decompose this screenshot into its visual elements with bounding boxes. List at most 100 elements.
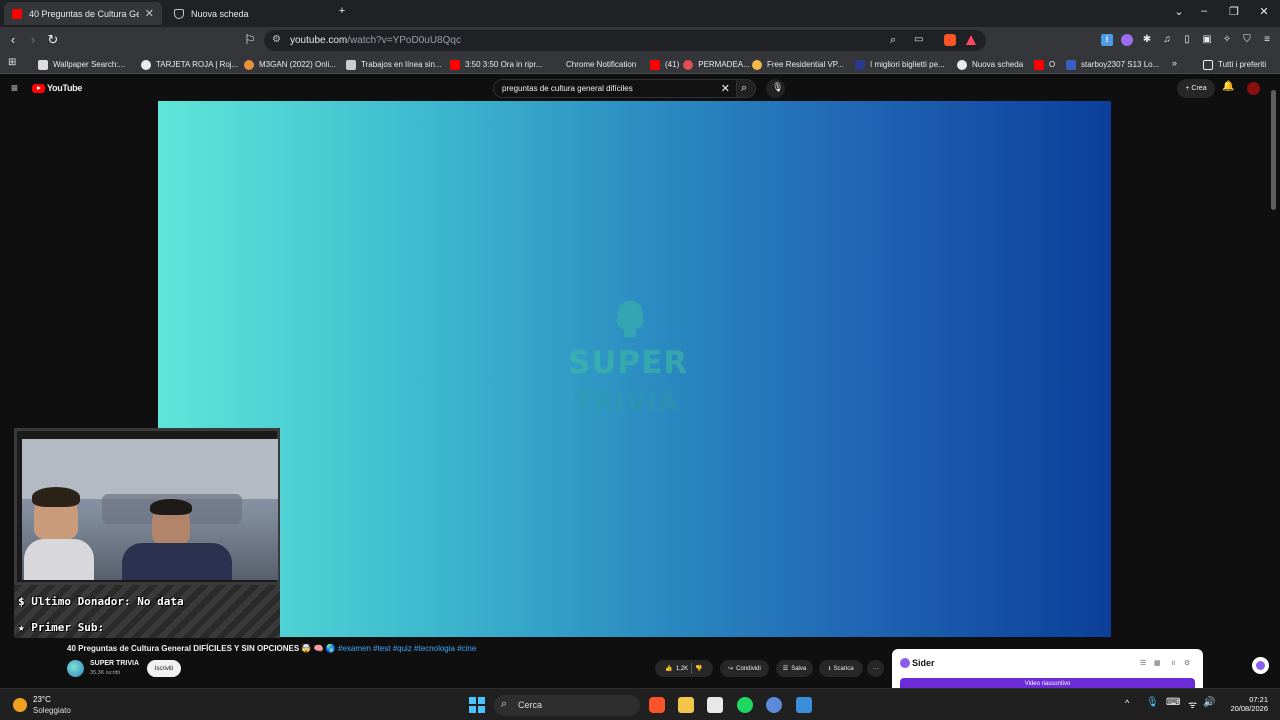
avatar[interactable] — [1247, 82, 1260, 95]
subscribe-button[interactable]: Iscriviti — [147, 660, 181, 677]
keyboard-icon[interactable]: ⌨ — [1166, 697, 1180, 708]
media-music-icon[interactable]: ♫ — [1161, 34, 1173, 46]
file-explorer-icon[interactable] — [678, 697, 694, 713]
sider-float-button[interactable] — [1252, 657, 1269, 674]
download-button[interactable]: ⭳ Scarica — [819, 660, 863, 677]
wallet-icon[interactable]: ▣ — [1201, 34, 1213, 46]
brave-shields-icon[interactable] — [944, 34, 956, 46]
sidebar-icon[interactable]: ▯ — [1181, 34, 1193, 46]
brave-browser-icon[interactable] — [649, 697, 665, 713]
share-button[interactable]: ↪ Condividi — [720, 660, 769, 677]
download-icon: ⭳ — [828, 665, 831, 672]
save-button[interactable]: ☰ Salva — [776, 660, 813, 677]
volume-icon[interactable]: 🔊 — [1203, 697, 1215, 708]
bookmark-icon[interactable]: ⚐ — [242, 32, 258, 48]
start-button[interactable] — [469, 697, 485, 713]
tab-search-icon[interactable]: ⌄ — [1169, 5, 1189, 18]
wifi-icon[interactable]: ᯤ — [1188, 697, 1197, 711]
create-button[interactable]: + Crea — [1177, 79, 1215, 98]
apps-grid-icon[interactable]: ⊞ — [8, 57, 16, 68]
brave-rewards-icon[interactable] — [966, 35, 976, 45]
youtube-favicon-icon — [12, 8, 22, 19]
donor-label: $ Ultimo Donador: No data — [18, 595, 184, 608]
microsoft-store-icon[interactable] — [707, 697, 723, 713]
back-button[interactable]: ‹ — [5, 32, 21, 48]
youtube-icon — [1034, 59, 1044, 70]
bookmark-item[interactable]: 3:50 3:50 Ora in ripr... — [450, 58, 542, 71]
notifications-bell-icon[interactable]: 🔔 — [1222, 81, 1234, 92]
reload-button[interactable]: ↻ — [45, 32, 61, 48]
vpn-icon[interactable]: ⛉ — [1241, 34, 1253, 46]
bookmark-item[interactable]: Wallpaper Search:... — [38, 58, 125, 71]
url-text[interactable]: youtube.com/watch?v=YPoD0uU8Qqc — [290, 35, 461, 46]
youtube-logo[interactable]: YouTube — [32, 83, 82, 93]
site-icon — [346, 59, 356, 70]
bookmark-item[interactable]: Trabajos en línea sin... — [346, 58, 442, 71]
channel-name[interactable]: SUPER TRIVIA — [90, 660, 139, 667]
cast-icon[interactable]: ▭ — [914, 34, 923, 45]
video-player[interactable]: SUPER TRIVIA — [158, 101, 1111, 637]
bookmark-item[interactable]: I migliori biglietti pe... — [855, 58, 945, 71]
voice-search-button[interactable]: 🎙 — [766, 79, 785, 98]
extensions-puzzle-icon[interactable]: ✱ — [1141, 34, 1153, 46]
bookmark-item[interactable]: Free Residential VP... — [752, 58, 844, 71]
bookmark-item[interactable]: (41) PERMADEA... — [650, 58, 750, 71]
tab-new-tab[interactable]: Nuova scheda — [166, 2, 330, 25]
notepad-icon[interactable] — [796, 697, 812, 713]
zoom-icon[interactable]: ⌕ — [890, 34, 896, 47]
sider-panel[interactable]: Sider ☰ ▦ ॥ ⚙ Video riassuntivo — [892, 649, 1203, 689]
grid-icon[interactable]: ▦ — [1154, 659, 1161, 667]
globe-icon — [141, 59, 151, 70]
plus-icon: + — [1185, 85, 1190, 92]
bookmark-item[interactable]: TARJETA ROJA | Roj... — [141, 58, 238, 71]
channel-avatar[interactable] — [67, 660, 84, 677]
bookmark-item[interactable]: O — [1034, 58, 1055, 71]
menu-icon[interactable]: ≡ — [1261, 34, 1273, 46]
search-icon: ⌕ — [501, 698, 508, 710]
taskbar-search[interactable]: ⌕ Cerca — [494, 695, 640, 716]
extension-purple-icon[interactable] — [1121, 34, 1133, 46]
hamburger-menu-icon[interactable]: ≡ — [11, 81, 18, 95]
search-input[interactable]: preguntas de cultura general difíciles ✕ — [493, 79, 737, 98]
webcam-overlay: $ Ultimo Donador: No data ★ Primer Sub: — [14, 428, 280, 638]
microphone-tray-icon[interactable]: 🎙 — [1146, 697, 1159, 708]
leo-ai-icon[interactable]: ✧ — [1221, 34, 1233, 46]
youtube-play-icon — [32, 83, 45, 93]
dislike-button[interactable]: 👎 — [695, 665, 702, 672]
like-button[interactable]: 👍 1,2K — [665, 665, 688, 673]
qbittorrent-icon[interactable] — [766, 697, 782, 713]
site-icon — [1066, 59, 1076, 70]
tab-title: Nuova scheda — [191, 8, 249, 19]
search-button[interactable]: ⌕ — [736, 79, 756, 98]
more-bookmarks-icon[interactable]: » — [1172, 58, 1177, 68]
bookmark-item[interactable]: Nuova scheda — [957, 58, 1023, 71]
omnibox[interactable]: ⚙ youtube.com/watch?v=YPoD0uU8Qqc ⌕ ▭ — [264, 30, 986, 51]
minimize-button[interactable]: – — [1194, 5, 1214, 17]
more-actions-button[interactable]: ··· — [867, 660, 884, 677]
new-tab-button[interactable]: + — [332, 5, 352, 17]
maximize-button[interactable]: ❐ — [1224, 5, 1244, 18]
pause-icon[interactable]: ॥ — [1171, 659, 1175, 668]
hashtags[interactable]: #examen #test #quiz #tecnologia #cine — [338, 644, 476, 653]
clear-search-icon[interactable]: ✕ — [721, 82, 730, 95]
all-bookmarks-folder[interactable]: Tutti i preferiti — [1203, 58, 1266, 71]
system-clock[interactable]: 07:21 20/08/2026 — [1222, 695, 1268, 713]
spotify-icon[interactable] — [737, 697, 753, 713]
download-extension-icon[interactable]: ⭳ — [1101, 34, 1113, 46]
bookmark-item[interactable]: Chrome Notification — [566, 58, 636, 71]
bookmark-item[interactable]: starboy2307 S13 Lo... — [1066, 58, 1159, 71]
youtube-icon — [650, 59, 660, 70]
site-info-icon[interactable]: ⚙ — [272, 34, 281, 45]
overlay-panel: $ Ultimo Donador: No data ★ Primer Sub: — [14, 585, 280, 638]
forward-button[interactable]: › — [25, 32, 41, 48]
weather-widget[interactable]: 23°C Soleggiato — [13, 695, 103, 717]
close-window-button[interactable]: ✕ — [1254, 5, 1274, 18]
tray-overflow-icon[interactable]: ^ — [1125, 698, 1129, 708]
page-scrollbar[interactable] — [1271, 90, 1276, 210]
dollar-icon: $ — [18, 595, 25, 608]
close-tab-icon[interactable]: ✕ — [145, 7, 154, 20]
settings-icon[interactable]: ⚙ — [1184, 659, 1190, 667]
list-icon[interactable]: ☰ — [1140, 659, 1146, 667]
tab-youtube-video[interactable]: 40 Preguntas de Cultura General DIFÍCILE… — [4, 2, 162, 25]
bookmark-item[interactable]: M3GAN (2022) Onli... — [244, 58, 336, 71]
